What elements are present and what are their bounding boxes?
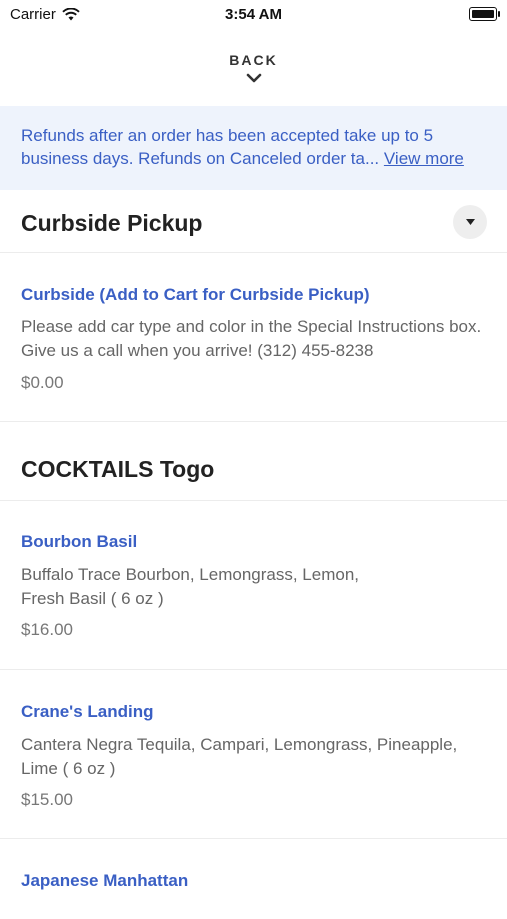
item-description: Please add car type and color in the Spe…	[21, 317, 482, 360]
chevron-down-icon[interactable]	[246, 72, 262, 84]
item-name[interactable]: Crane's Landing	[21, 702, 154, 722]
view-more-link[interactable]: View more	[384, 149, 464, 168]
item-name[interactable]: Curbside (Add to Cart for Curbside Picku…	[21, 285, 370, 305]
category-dropdown-button[interactable]	[453, 205, 487, 239]
section-title: COCKTAILS Togo	[21, 456, 215, 482]
battery-icon	[469, 7, 500, 21]
menu-item[interactable]: Bourbon Basil Buffalo Trace Bourbon, Lem…	[0, 501, 507, 670]
section-title: Curbside Pickup	[21, 210, 203, 236]
back-label[interactable]: BACK	[0, 52, 507, 68]
section-header-cocktails: COCKTAILS Togo	[0, 422, 507, 501]
item-price: $0.00	[21, 373, 64, 392]
caret-down-icon	[465, 219, 475, 225]
item-price: $16.00	[21, 620, 73, 639]
status-bar: Carrier 3:54 AM	[0, 0, 507, 30]
menu-item[interactable]: Crane's Landing Cantera Negra Tequila, C…	[0, 670, 507, 839]
item-name[interactable]: Japanese Manhattan	[21, 871, 188, 891]
menu-item[interactable]: Japanese Manhattan	[0, 839, 507, 919]
refund-notice-text: Refunds after an order has been accepted…	[21, 126, 434, 168]
refund-notice: Refunds after an order has been accepted…	[0, 106, 507, 190]
item-description: Cantera Negra Tequila, Campari, Lemongra…	[21, 735, 458, 778]
item-price: $15.00	[21, 790, 73, 809]
back-nav[interactable]: BACK	[0, 30, 507, 106]
section-header-curbside: Curbside Pickup	[0, 190, 507, 253]
status-time: 3:54 AM	[225, 6, 282, 23]
menu-item[interactable]: Curbside (Add to Cart for Curbside Picku…	[0, 253, 507, 422]
item-name[interactable]: Bourbon Basil	[21, 532, 137, 552]
item-description: Buffalo Trace Bourbon, Lemongrass, Lemon…	[21, 565, 359, 608]
